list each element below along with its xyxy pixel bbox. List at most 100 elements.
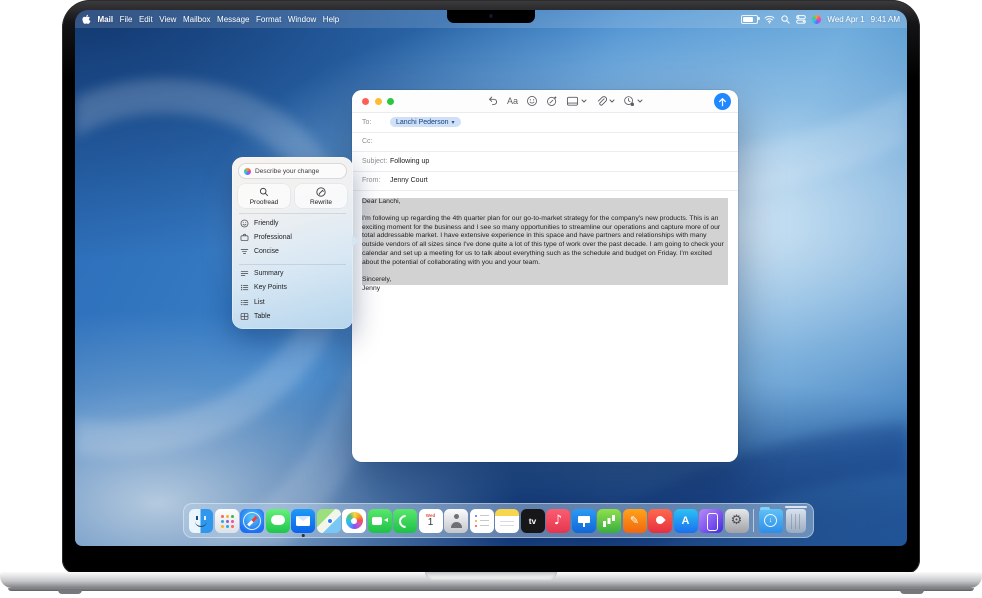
- menu-item-file[interactable]: File: [120, 15, 133, 24]
- dock-icon-maps[interactable]: [317, 509, 341, 533]
- photo-browser-control[interactable]: [566, 95, 587, 107]
- dock-icon-phone[interactable]: [393, 509, 417, 533]
- dock-icon-keynote[interactable]: [572, 509, 596, 533]
- desktop: Mail File Edit View Mailbox Message Form…: [75, 10, 907, 546]
- dock-icon-safari[interactable]: [240, 509, 264, 533]
- battery-icon[interactable]: [741, 15, 758, 24]
- dock-icon-pages[interactable]: [623, 509, 647, 533]
- dock-icon-iphone-mirroring[interactable]: [699, 509, 723, 533]
- window-titlebar[interactable]: Aa: [352, 90, 738, 113]
- mail-compose-window: Aa: [352, 90, 738, 462]
- tone-option-friendly[interactable]: Friendly: [238, 216, 347, 230]
- body-signature: Jenny: [362, 285, 728, 294]
- text-format-icon[interactable]: Aa: [507, 96, 518, 106]
- dock-icon-numbers[interactable]: [597, 509, 621, 533]
- menu-item-window[interactable]: Window: [288, 15, 316, 24]
- dock-icon-rocket[interactable]: [648, 509, 672, 533]
- menu-item-edit[interactable]: Edit: [139, 15, 153, 24]
- format-option-list[interactable]: List: [238, 295, 347, 309]
- cc-label: Cc:: [362, 138, 390, 145]
- minimize-button[interactable]: [375, 98, 382, 105]
- table-label: Table: [254, 313, 270, 320]
- recipient-token[interactable]: Lanchi Pederson ▾: [390, 117, 461, 127]
- writing-tools-actions: Proofread Rewrite: [238, 184, 347, 208]
- chevron-down-icon: ▾: [452, 119, 455, 126]
- from-value: Jenny Court: [390, 177, 428, 184]
- display-notch: [447, 10, 535, 23]
- recipient-name: Lanchi Pederson: [396, 119, 449, 126]
- menu-item-message[interactable]: Message: [217, 15, 249, 24]
- dock-icon-reminders[interactable]: [470, 509, 494, 533]
- undo-icon[interactable]: [487, 95, 499, 107]
- rewrite-label: Rewrite: [310, 199, 332, 206]
- dock-icon-app-store[interactable]: A: [674, 509, 698, 533]
- tone-option-concise[interactable]: Concise: [238, 244, 347, 258]
- dock-icon-messages[interactable]: [266, 509, 290, 533]
- to-label: To:: [362, 119, 390, 126]
- message-body[interactable]: Dear Lanchi, I'm following up regarding …: [352, 191, 738, 300]
- dock-icon-tv[interactable]: tv: [521, 509, 545, 533]
- proofread-button[interactable]: Proofread: [238, 184, 290, 208]
- dock-icon-finder[interactable]: [189, 509, 213, 533]
- dock-icon-notes[interactable]: [495, 509, 519, 533]
- format-option-summary[interactable]: Summary: [238, 267, 347, 281]
- menu-item-help[interactable]: Help: [323, 15, 339, 24]
- dock-icon-trash[interactable]: [786, 509, 806, 533]
- dock-icon-calendar[interactable]: Wed 1: [419, 509, 443, 533]
- send-button[interactable]: [714, 93, 731, 110]
- menu-bar-left: Mail File Edit View Mailbox Message Form…: [82, 14, 339, 25]
- to-field[interactable]: To: Lanchi Pederson ▾: [352, 113, 738, 133]
- menu-bar-date[interactable]: Wed Apr 1: [827, 15, 864, 24]
- dock-icon-system-settings[interactable]: [725, 509, 749, 533]
- subject-field[interactable]: Subject: Following up: [352, 152, 738, 172]
- body-paragraph: I'm following up regarding the 4th quart…: [362, 215, 728, 268]
- menu-item-mail[interactable]: Mail: [98, 15, 114, 24]
- menu-item-mailbox[interactable]: Mailbox: [183, 15, 211, 24]
- lid-scoop: [425, 572, 557, 580]
- menu-item-view[interactable]: View: [159, 15, 176, 24]
- format-option-table[interactable]: Table: [238, 309, 347, 323]
- from-label: From:: [362, 177, 390, 184]
- apple-menu-icon[interactable]: [82, 14, 91, 25]
- dock: Wed 1 tv A ↓: [183, 503, 814, 538]
- proofread-label: Proofread: [250, 199, 279, 206]
- tone-option-professional[interactable]: Professional: [238, 230, 347, 244]
- professional-icon: [240, 233, 249, 242]
- dock-icon-photos[interactable]: [342, 509, 366, 533]
- divider: [239, 264, 346, 265]
- search-icon[interactable]: [781, 15, 790, 24]
- dock-icon-downloads[interactable]: ↓: [759, 509, 783, 533]
- selected-text[interactable]: Dear Lanchi, I'm following up regarding …: [362, 198, 728, 285]
- cc-field[interactable]: Cc:: [352, 133, 738, 153]
- describe-change-input[interactable]: Describe your change: [238, 163, 347, 179]
- list-icon: [240, 298, 249, 307]
- format-option-key-points[interactable]: Key Points: [238, 281, 347, 295]
- attach-control[interactable]: [595, 95, 615, 107]
- emoji-icon[interactable]: [526, 95, 538, 107]
- dock-icon-mail[interactable]: [291, 509, 315, 533]
- send-later-control[interactable]: [623, 95, 643, 107]
- concise-icon: [240, 247, 249, 256]
- camera-icon: [489, 14, 493, 18]
- close-button[interactable]: [362, 98, 369, 105]
- describe-change-placeholder: Describe your change: [255, 168, 319, 175]
- list-label: List: [254, 299, 265, 306]
- wifi-icon[interactable]: [764, 15, 775, 24]
- dock-icon-launchpad[interactable]: [215, 509, 239, 533]
- proofread-icon: [259, 187, 269, 197]
- apple-intelligence-icon[interactable]: [812, 15, 821, 24]
- control-center-icon[interactable]: [796, 15, 806, 24]
- macbook-base: [0, 572, 982, 588]
- dock-icon-contacts[interactable]: [444, 509, 468, 533]
- dock-icon-facetime[interactable]: [368, 509, 392, 533]
- menu-bar-time[interactable]: 9:41 AM: [871, 15, 900, 24]
- ai-compose-icon[interactable]: [546, 95, 558, 107]
- menu-item-format[interactable]: Format: [256, 15, 281, 24]
- summary-icon: [240, 269, 249, 278]
- dock-icon-music[interactable]: [546, 509, 570, 533]
- macbook-foot-left: [58, 590, 82, 594]
- zoom-button[interactable]: [387, 98, 394, 105]
- macbook-screen-bezel: Mail File Edit View Mailbox Message Form…: [62, 0, 920, 574]
- from-field[interactable]: From: Jenny Court: [352, 172, 738, 192]
- rewrite-button[interactable]: Rewrite: [295, 184, 347, 208]
